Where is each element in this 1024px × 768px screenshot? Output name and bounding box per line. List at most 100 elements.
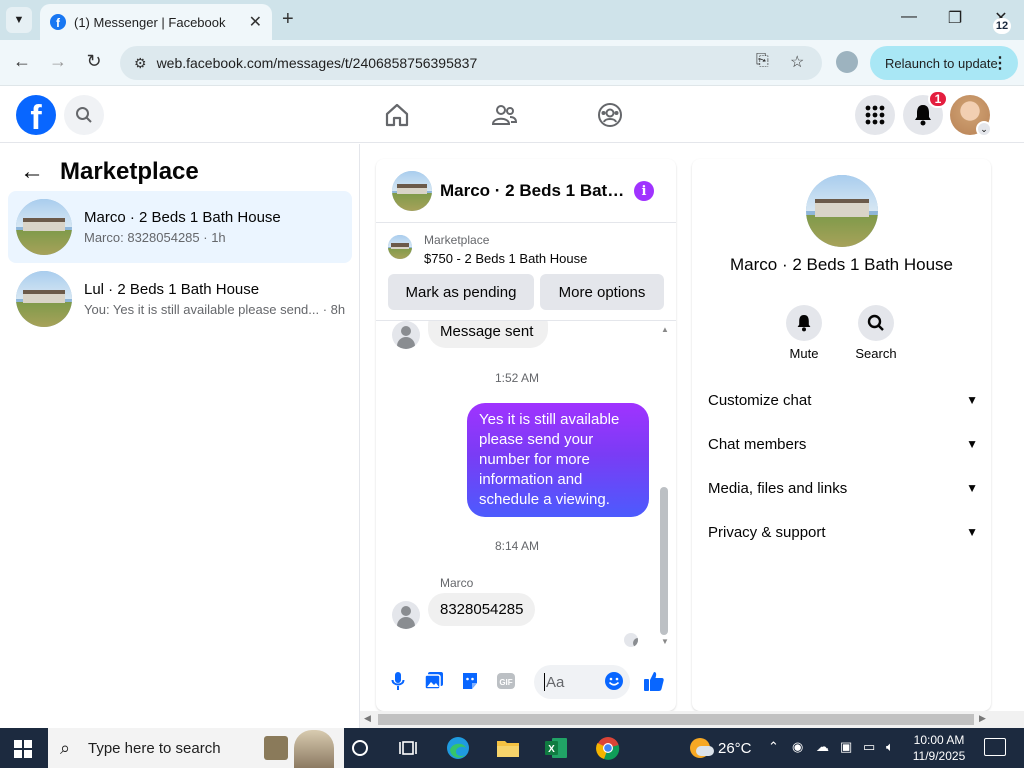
scroll-up-icon[interactable]: ▲ [661, 325, 669, 334]
new-tab-button[interactable]: + [282, 8, 294, 31]
listing-thumbnail [16, 199, 72, 255]
mute-button[interactable]: Mute [774, 305, 834, 361]
minimize-button[interactable]: — [894, 8, 924, 26]
system-clock[interactable]: 10:00 AM 11/9/2025 [904, 732, 974, 764]
privacy-support-row[interactable]: Privacy & support ▼ [708, 510, 978, 554]
chrome-icon[interactable] [596, 736, 620, 760]
message-bubble: Message sent [428, 321, 548, 348]
close-tab-icon[interactable]: ✕ [249, 12, 262, 32]
browser-tab[interactable]: f (1) Messenger | Facebook ✕ [40, 4, 272, 40]
facebook-header: f [0, 87, 1024, 143]
onedrive-icon[interactable]: ☁ [816, 739, 829, 755]
conversation-item-lul[interactable]: Lul · 2 Beds 1 Bath House You: Yes it is… [8, 263, 352, 335]
details-name: Marco · 2 Beds 1 Bath House [729, 255, 953, 274]
search-in-conversation-button[interactable]: Search [846, 305, 906, 361]
conversation-item-marco[interactable]: Marco · 2 Beds 1 Bath House Marco: 83280… [8, 191, 352, 263]
bookmark-star-icon[interactable]: ☆ [790, 52, 804, 72]
home-icon[interactable] [383, 101, 411, 129]
windows-start-icon[interactable] [14, 740, 32, 758]
weather-widget[interactable]: 26°C [690, 738, 752, 758]
site-info-icon[interactable]: ⚙ [134, 55, 147, 72]
windows-taskbar: ⌕ Type here to search X 26°C ⌃ ◉ ☁ ▣ ▭ 🔈… [0, 728, 1024, 768]
emoji-icon[interactable] [604, 671, 624, 691]
listing-title[interactable]: $750 - 2 Beds 1 Bath House [424, 251, 587, 266]
action-center-badge: 12 [993, 18, 1011, 34]
volume-icon[interactable]: 🔈︎ [886, 739, 894, 755]
details-avatar[interactable] [806, 175, 878, 247]
chevron-down-icon: ▼ [966, 481, 978, 495]
listing-thumbnail[interactable] [388, 235, 412, 259]
install-app-icon[interactable]: ⎘ [756, 52, 769, 70]
menu-grid-icon [865, 105, 885, 125]
edge-browser-icon[interactable] [446, 736, 470, 760]
message-list: Message sent 1:52 AM Yes it is still ava… [376, 321, 676, 651]
sender-name: Marco [440, 576, 474, 590]
chat-title[interactable]: Marco · 2 Beds 1 Bat… [440, 181, 624, 201]
search-highlight-figure-icon [294, 730, 334, 768]
browser-tabstrip: ▼ f (1) Messenger | Facebook ✕ + — ❐ ✕ [0, 0, 1024, 40]
search-icon [858, 305, 894, 341]
friends-icon[interactable] [490, 101, 518, 129]
profile-icon[interactable] [836, 51, 858, 73]
facebook-logo-icon[interactable]: f [16, 95, 56, 135]
conversation-preview: Marco: 8328054285 · 1h [84, 230, 226, 245]
mark-as-pending-button[interactable]: Mark as pending [388, 274, 534, 310]
groups-icon[interactable] [596, 101, 624, 129]
microphone-icon[interactable] [388, 671, 408, 691]
show-hidden-icons-chevron-icon[interactable]: ⌃ [768, 739, 779, 755]
browser-toolbar: ← → ↻ ⚙ web.facebook.com/messages/t/2406… [0, 40, 1024, 86]
clock-time: 10:00 AM [913, 733, 965, 747]
meet-now-icon[interactable]: ◉ [792, 739, 803, 755]
conversation-preview: You: Yes it is still available please se… [84, 302, 346, 317]
excel-icon[interactable]: X [544, 736, 568, 760]
search-button[interactable] [64, 95, 104, 135]
chat-members-row[interactable]: Chat members ▼ [708, 422, 978, 466]
menu-button[interactable] [855, 95, 895, 135]
tab-search-button[interactable]: ▼ [6, 7, 32, 33]
browser-menu-icon[interactable]: ⋮ [992, 53, 1008, 73]
scroll-left-icon[interactable]: ◀ [364, 713, 371, 724]
back-arrow-icon[interactable]: ← [20, 158, 44, 186]
more-options-button[interactable]: More options [540, 274, 664, 310]
file-explorer-icon[interactable] [496, 736, 520, 760]
search-label: Search [855, 346, 897, 361]
photo-icon[interactable] [424, 671, 444, 691]
action-center-icon[interactable] [984, 738, 1006, 756]
conversation-name: Lul · 2 Beds 1 Bath House [84, 281, 260, 298]
row-label: Chat members [708, 435, 807, 453]
weather-cloud-sun-icon [690, 738, 714, 758]
info-icon[interactable]: i [634, 181, 654, 201]
marketplace-label: Marketplace [424, 233, 490, 247]
taskbar-search-placeholder: Type here to search [88, 739, 221, 757]
media-files-links-row[interactable]: Media, files and links ▼ [708, 466, 978, 510]
row-label: Privacy & support [708, 523, 826, 541]
forward-icon[interactable]: → [46, 51, 70, 72]
scroll-right-icon[interactable]: ▶ [979, 713, 986, 724]
horizontal-scroll-thumb[interactable] [378, 714, 974, 725]
thumbs-up-icon[interactable] [642, 671, 666, 691]
marketplace-inbox-panel: ← Marketplace Marco · 2 Beds 1 Bath Hous… [0, 144, 360, 728]
mute-label: Mute [789, 346, 819, 361]
cortana-icon[interactable] [348, 736, 372, 760]
maximize-button[interactable]: ❐ [940, 8, 970, 28]
chevron-down-icon[interactable]: ⌄ [976, 121, 992, 137]
chat-scrollbar[interactable] [660, 487, 668, 635]
conversation-details-panel: Marco · 2 Beds 1 Bath House Mute Search … [692, 159, 991, 711]
taskbar-search-box[interactable]: ⌕ Type here to search [48, 728, 344, 768]
security-icon[interactable]: ▣ [840, 739, 852, 755]
reload-icon[interactable]: ↻ [82, 51, 106, 72]
conversation-name: Marco · 2 Beds 1 Bath House [84, 209, 281, 226]
network-icon[interactable]: ▭ [863, 739, 875, 755]
back-icon[interactable]: ← [10, 51, 34, 72]
bell-icon [786, 305, 822, 341]
address-bar[interactable]: ⚙ web.facebook.com/messages/t/2406858756… [120, 46, 822, 80]
scroll-down-icon[interactable]: ▼ [661, 637, 669, 646]
gif-icon[interactable]: GIF [496, 671, 516, 691]
customize-chat-row[interactable]: Customize chat ▼ [708, 378, 978, 422]
chevron-down-icon: ▼ [966, 437, 978, 451]
relaunch-button[interactable]: Relaunch to update ⋮ [870, 46, 1018, 80]
chat-avatar[interactable] [392, 170, 432, 211]
tab-title: (1) Messenger | Facebook [74, 14, 226, 30]
task-view-icon[interactable] [396, 736, 420, 760]
sticker-icon[interactable] [460, 671, 480, 691]
